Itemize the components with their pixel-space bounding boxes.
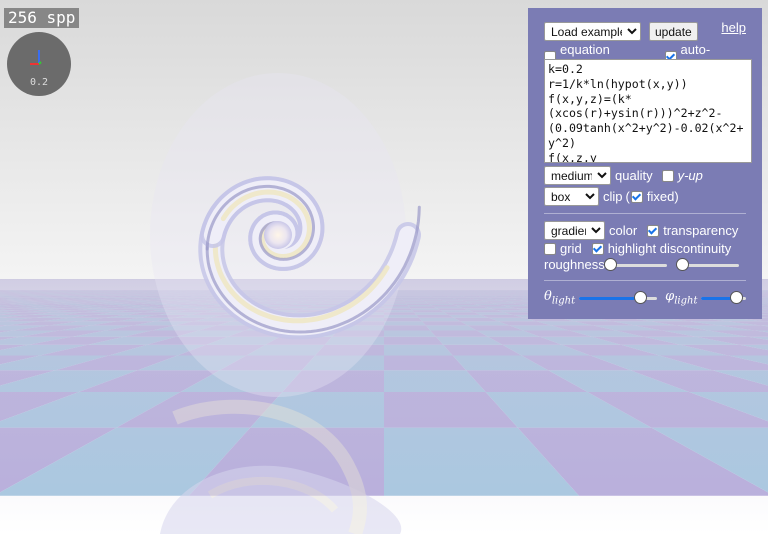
roughness-slider-thumb[interactable]	[603, 257, 617, 271]
theta-light-slider-thumb[interactable]	[634, 290, 648, 304]
clip-fixed-checkbox[interactable]	[630, 190, 643, 203]
update-button[interactable]: update	[649, 22, 698, 41]
highlight-discontinuity-label: highlight discontinuity	[607, 241, 732, 256]
divider	[544, 213, 746, 214]
equation-input[interactable]: k=0.2 r=1/k*ln(hypot(x,y)) f(x,y,z)=(k*(…	[544, 59, 752, 163]
grid-label: grid	[560, 241, 582, 256]
secondary-slider[interactable]	[675, 257, 739, 272]
clip-paren-close: )	[674, 189, 679, 204]
roughness-label: roughness	[544, 257, 605, 272]
grid-checkbox[interactable]	[544, 242, 556, 255]
roughness-slider[interactable]	[603, 257, 667, 272]
y-up-checkbox[interactable]	[661, 169, 674, 182]
phi-light-slider[interactable]	[701, 290, 747, 305]
quality-label: quality	[615, 168, 653, 183]
samples-per-pixel-counter: 256 spp	[4, 8, 80, 28]
example-select[interactable]: Load example...	[544, 22, 641, 41]
phi-light-slider-thumb[interactable]	[730, 290, 744, 304]
color-select[interactable]: gradient	[544, 221, 605, 240]
help-link[interactable]: help	[721, 20, 746, 35]
clip-paren: (	[625, 189, 630, 204]
y-up-label: y-up	[677, 168, 703, 183]
color-label: color	[609, 223, 638, 238]
secondary-slider-thumb[interactable]	[675, 257, 689, 271]
transparency-label: transparency	[663, 223, 739, 238]
control-panel: Load example... update help equation pre…	[528, 8, 762, 319]
clip-label: clip	[603, 189, 623, 204]
divider	[544, 280, 746, 281]
clip-select[interactable]: box	[544, 187, 599, 206]
theta-light-slider[interactable]	[579, 290, 658, 305]
highlight-discontinuity-checkbox[interactable]	[591, 242, 604, 255]
clip-fixed-label: fixed	[646, 189, 675, 204]
theta-light-label: θlight	[544, 289, 576, 307]
phi-light-label: φlight	[665, 289, 698, 307]
axis-gizmo[interactable]: 0.2	[7, 32, 71, 96]
quality-select[interactable]: medium	[544, 166, 611, 185]
transparency-checkbox[interactable]	[647, 224, 660, 237]
scale-label: 0.2	[29, 77, 49, 88]
